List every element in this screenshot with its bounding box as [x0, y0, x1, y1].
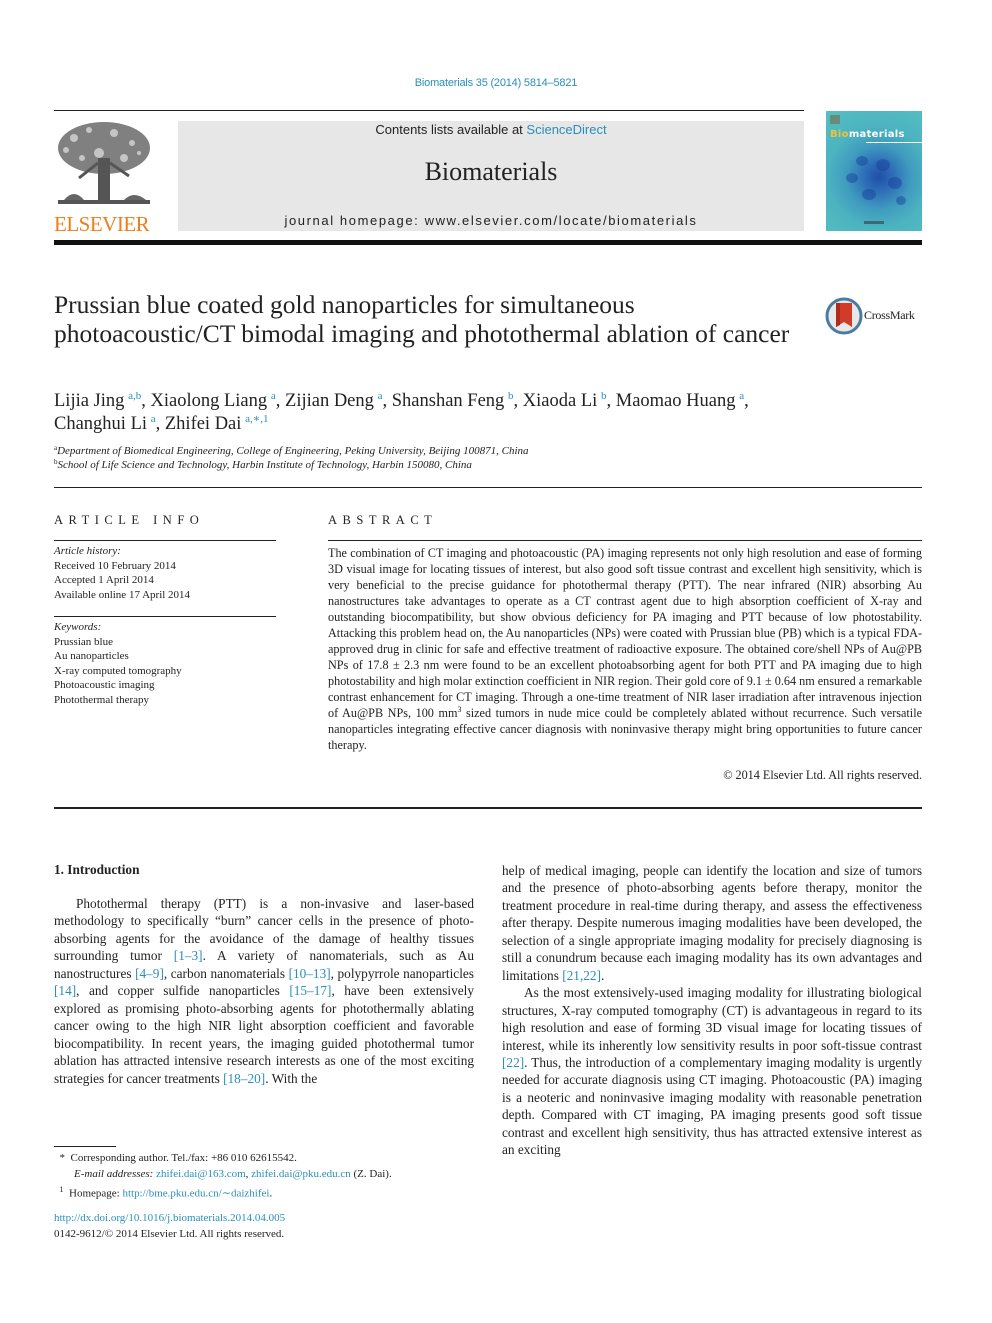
cover-title: Biomaterials [830, 129, 905, 140]
affiliation-b: bSchool of Life Science and Technology, … [54, 458, 472, 472]
reference-link[interactable]: [15–17] [289, 983, 331, 998]
issn-line: 0142-9612/© 2014 Elsevier Ltd. All right… [54, 1227, 285, 1240]
abstract-body: The combination of CT imaging and photoa… [328, 546, 922, 752]
abstract-heading: ABSTRACT [328, 513, 438, 527]
cover-rule [866, 142, 922, 143]
cover-pattern-dot [856, 156, 868, 166]
body-column-left: Photothermal therapy (PTT) is a non-inva… [54, 895, 474, 1087]
keywords-rule [54, 616, 276, 617]
article-history: Article history: Received 10 February 20… [54, 544, 276, 602]
article-title: Prussian blue coated gold nanoparticles … [54, 290, 790, 348]
reference-link[interactable]: [22] [502, 1055, 524, 1070]
cover-pattern-dot [846, 173, 858, 183]
author[interactable]: Maomao Huang a, [616, 391, 749, 412]
intro-paragraph: As the most extensively-used imaging mod… [502, 984, 922, 1159]
footnotes: * Corresponding author. Tel./fax: +86 01… [54, 1151, 484, 1202]
paragraph-text: help of medical imaging, people can iden… [502, 863, 922, 983]
reference-link[interactable]: [14] [54, 983, 76, 998]
abstract-bottom-rule [54, 807, 922, 809]
keyword: Photoacoustic imaging [54, 679, 155, 691]
footnote-corresponding: * Corresponding author. Tel./fax: +86 01… [59, 1152, 297, 1164]
footnote-rule [54, 1146, 116, 1147]
top-rule [54, 110, 804, 111]
crossmark-icon [825, 297, 863, 335]
cover-pattern-dot [862, 189, 876, 200]
reference-link[interactable]: [18–20] [223, 1071, 265, 1086]
footnote-emails: E-mail addresses: zhifei.dai@163.com, zh… [74, 1167, 392, 1180]
affiliation-divider [54, 487, 922, 488]
crossmark-label[interactable]: CrossMark [864, 308, 915, 323]
keyword: Au nanoparticles [54, 650, 129, 662]
contents-available-line: Contents lists available at ScienceDirec… [375, 122, 607, 137]
footnote-homepage: 1 Homepage: http://bme.pku.edu.cn/∼daizh… [59, 1185, 273, 1200]
paragraph-text: As the most extensively-used imaging mod… [502, 985, 922, 1053]
email-link[interactable]: zhifei.dai@163.com [156, 1168, 246, 1180]
keywords-block: Keywords: Prussian blue Au nanoparticles… [54, 620, 276, 707]
doi-block: http://dx.doi.org/10.1016/j.biomaterials… [54, 1211, 484, 1242]
email-link[interactable]: zhifei.dai@pku.edu.cn [251, 1168, 351, 1180]
author[interactable]: Zhifei Dai a,∗,1 [165, 414, 269, 435]
affiliation-a: aDepartment of Biomedical Engineering, C… [54, 444, 529, 458]
keyword: Photothermal therapy [54, 693, 150, 706]
body-column-right: help of medical imaging, people can iden… [502, 862, 922, 1159]
reference-link[interactable]: [10–13] [289, 966, 331, 981]
reference-link[interactable]: [21,22] [562, 968, 601, 983]
author[interactable]: Xiaolong Liang a, [151, 391, 286, 412]
keyword: X-ray computed tomography [54, 664, 182, 677]
section-heading-introduction: 1. Introduction [54, 862, 140, 877]
paragraph-text: , and copper sulfide nanoparticles [76, 983, 290, 999]
elsevier-wordmark: ELSEVIER [54, 212, 150, 236]
author[interactable]: Shanshan Feng b, [392, 391, 523, 412]
history-accepted: Accepted 1 April 2014 [54, 574, 154, 586]
header-thick-rule [54, 240, 922, 245]
sciencedirect-link[interactable]: ScienceDirect [526, 122, 606, 137]
keywords-label: Keywords: [54, 621, 102, 633]
journal-masthead: Contents lists available at ScienceDirec… [178, 121, 804, 231]
abstract-rule [328, 540, 922, 541]
reference-link[interactable]: [4–9] [135, 966, 164, 981]
journal-homepage[interactable]: journal homepage: www.elsevier.com/locat… [178, 213, 804, 228]
journal-cover-image[interactable]: Biomaterials [826, 111, 922, 231]
author-list: Lijia Jing a,b, Xiaolong Liang a, Zijian… [54, 390, 834, 436]
paragraph-text: , carbon nanomaterials [163, 965, 289, 981]
author[interactable]: Lijia Jing a,b, [54, 391, 151, 412]
history-received: Received 10 February 2014 [54, 559, 176, 572]
paragraph-text: . [601, 967, 605, 983]
article-info-heading: ARTICLE INFO [54, 513, 205, 527]
article-info-rule [54, 540, 276, 541]
cover-pattern-dot [876, 159, 890, 171]
intro-paragraph: Photothermal therapy (PTT) is a non-inva… [54, 895, 474, 1087]
author[interactable]: Changhui Li a, [54, 414, 165, 435]
doi-link[interactable]: http://dx.doi.org/10.1016/j.biomaterials… [54, 1211, 484, 1227]
history-online: Available online 17 April 2014 [54, 588, 191, 601]
author[interactable]: Zijian Deng a, [285, 391, 392, 412]
homepage-link[interactable]: http://bme.pku.edu.cn/∼daizhifei [122, 1188, 269, 1200]
journal-name: Biomaterials [424, 157, 558, 186]
cover-footer-mark [864, 221, 884, 224]
cover-publisher-logo [830, 115, 840, 124]
reference-link[interactable]: [1–3] [174, 948, 203, 963]
paragraph-text: . With the [265, 1070, 318, 1086]
paragraph-text: , polypyrrole nanoparticles [330, 965, 474, 981]
paragraph-text: . Thus, the introduction of a complement… [502, 1054, 922, 1158]
intro-paragraph: help of medical imaging, people can iden… [502, 862, 922, 984]
cover-pattern-dot [896, 196, 906, 205]
history-label: Article history: [54, 545, 121, 557]
abstract-copyright: © 2014 Elsevier Ltd. All rights reserved… [723, 768, 922, 782]
cover-pattern-dot [888, 177, 902, 189]
crossmark-badge[interactable] [825, 297, 863, 340]
journal-citation[interactable]: Biomaterials 35 (2014) 5814–5821 [0, 77, 992, 89]
keyword: Prussian blue [54, 635, 113, 648]
author[interactable]: Xiaoda Li b, [523, 391, 616, 412]
citation-link[interactable]: Biomaterials 35 (2014) 5814–5821 [415, 77, 578, 89]
